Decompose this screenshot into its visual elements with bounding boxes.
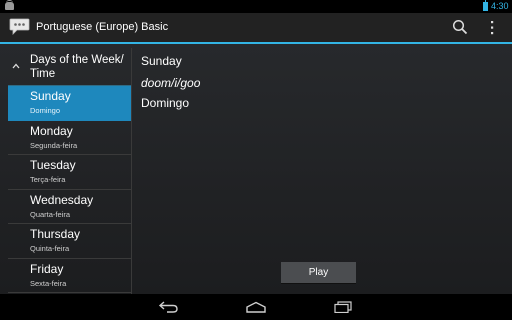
detail-phonetic: doom/i/goo — [141, 76, 201, 90]
list-item-label: Friday — [30, 261, 64, 276]
overflow-menu-icon[interactable] — [489, 21, 495, 35]
group-header[interactable]: Days of the Week/ Time — [8, 48, 131, 86]
status-clock: 4:30 — [491, 1, 509, 11]
list-item-translation: Segunda-feira — [30, 140, 78, 150]
notification-icon — [5, 0, 14, 10]
list-item[interactable]: Sunday Domingo — [8, 86, 131, 121]
list-item-translation: Quarta-feira — [30, 209, 71, 219]
battery-icon — [483, 0, 488, 11]
action-bar: Portuguese (Europe) Basic — [0, 13, 512, 42]
list-item-translation: Domingo — [30, 106, 61, 115]
list-item[interactable]: Thursday Quinta-feira — [8, 224, 131, 259]
list-item[interactable]: Friday Sexta-feira — [8, 259, 131, 293]
list-item[interactable]: Wednesday Quarta-feira — [8, 190, 131, 224]
list-item-label: Sunday — [30, 89, 71, 103]
app-title: Portuguese (Europe) Basic — [36, 21, 169, 33]
status-bar: 4:30 — [0, 0, 512, 13]
group-header-label: Days of the Week/ Time — [30, 54, 124, 80]
home-icon[interactable] — [245, 301, 267, 313]
back-icon[interactable] — [158, 301, 180, 313]
list-item-label: Wednesday — [30, 192, 94, 207]
app-chat-icon[interactable] — [9, 18, 30, 35]
list-item-translation: Quinta-feira — [30, 244, 70, 253]
list-item-translation: Sexta-feira — [30, 278, 67, 288]
navigation-bar — [0, 294, 512, 320]
list-item-label: Monday — [30, 123, 73, 138]
search-icon[interactable] — [452, 19, 468, 35]
list-item[interactable]: Tuesday Terça-feira — [8, 155, 131, 190]
list-item-translation: Terça-feira — [30, 175, 66, 184]
main-content: Days of the Week/ Time Sunday Domingo Mo… — [0, 44, 512, 294]
list-item-label: Tuesday — [30, 158, 76, 172]
play-button[interactable]: Play — [281, 262, 356, 283]
phrase-list[interactable]: Days of the Week/ Time Sunday Domingo Mo… — [8, 48, 132, 294]
list-item[interactable]: Monday Segunda-feira — [8, 121, 131, 155]
chevron-up-icon — [12, 63, 20, 69]
detail-translation: Domingo — [141, 96, 190, 110]
list-item-label: Thursday — [30, 227, 81, 241]
detail-english: Sunday — [141, 54, 182, 68]
recent-apps-icon[interactable] — [333, 301, 353, 313]
